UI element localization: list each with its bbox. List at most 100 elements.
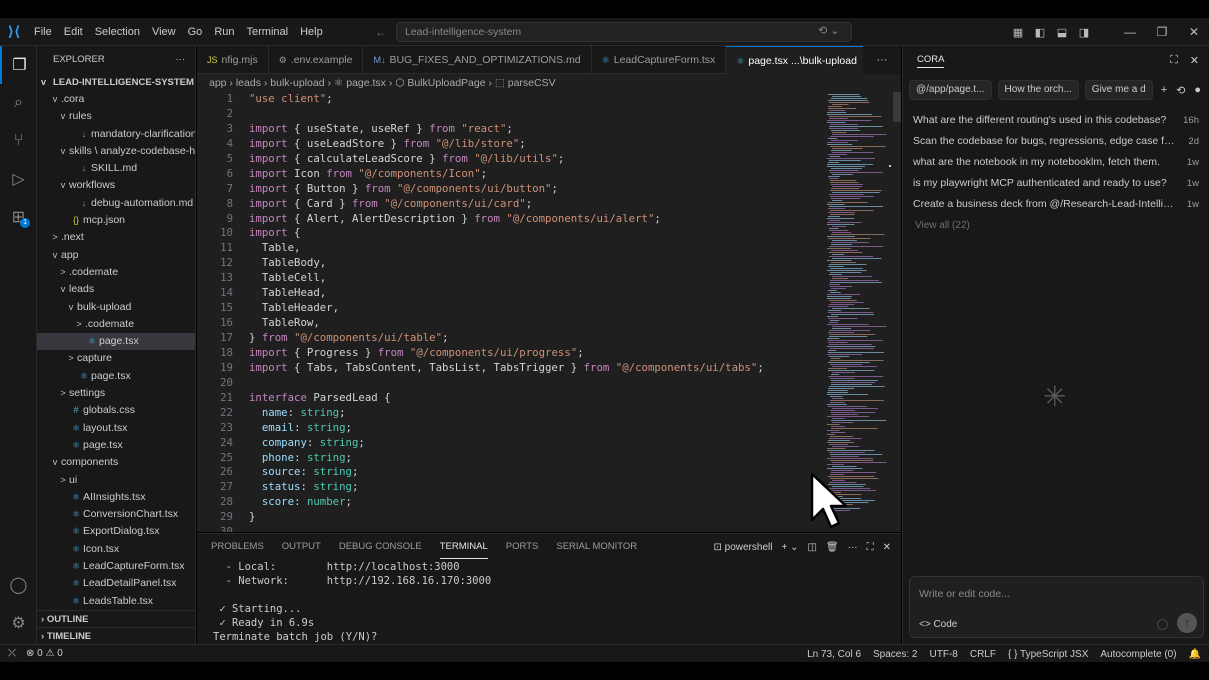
chat-input-box[interactable]: Write or edit code... <> Code ↑ [909, 576, 1204, 638]
chat-history-item[interactable]: is my playwright MCP authenticated and r… [903, 173, 1209, 194]
tree-folder[interactable]: v app [37, 247, 195, 264]
encoding-status[interactable]: UTF-8 [930, 649, 958, 660]
outline-section[interactable]: › OUTLINE [37, 610, 195, 627]
menu-selection[interactable]: Selection [89, 18, 146, 46]
editor-tab[interactable]: M↓ BUG_FIXES_AND_OPTIMIZATIONS.md [363, 46, 592, 74]
editor-tab[interactable]: ⚛ LeadCaptureForm.tsx [592, 46, 727, 74]
code-line[interactable]: 23 email: string; [197, 421, 821, 436]
eol-status[interactable]: CRLF [970, 649, 996, 660]
menu-terminal[interactable]: Terminal [241, 18, 295, 46]
explorer-more-icon[interactable]: ··· [176, 46, 186, 74]
menu-file[interactable]: File [28, 18, 58, 46]
tree-file[interactable]: ⚛ ExportDialog.tsx [37, 523, 195, 540]
tree-file[interactable]: ⚛ page.tsx [37, 437, 195, 454]
panel-tab-serial-monitor[interactable]: SERIAL MONITOR [556, 534, 637, 560]
close-window-icon[interactable]: ✕ [1187, 25, 1201, 39]
autocomplete-status[interactable]: Autocomplete (0) [1100, 649, 1176, 660]
toggle-secondary-sidebar-icon[interactable]: ◨ [1077, 26, 1091, 39]
new-chat-icon[interactable]: + [1161, 84, 1167, 96]
code-line[interactable]: 1 "use client"; [197, 92, 821, 107]
chat-history-item[interactable]: Scan the codebase for bugs, regressions,… [903, 131, 1209, 152]
editor-scrollbar[interactable] [891, 92, 901, 532]
notifications-bell-icon[interactable]: 🔔 [1189, 649, 1201, 660]
toggle-sidebar-icon[interactable]: ◧ [1033, 26, 1047, 39]
new-terminal-icon[interactable]: + ⌄ [781, 542, 798, 553]
minimap[interactable] [825, 92, 891, 532]
code-line[interactable]: 24 company: string; [197, 436, 821, 451]
tree-folder[interactable]: v leads [37, 281, 195, 298]
tree-file[interactable]: ⚛ page.tsx [37, 333, 195, 351]
panel-tab-problems[interactable]: PROBLEMS [211, 534, 264, 560]
chat-history-item[interactable]: What are the different routing's used in… [903, 110, 1209, 131]
editor-tab[interactable]: ⚛page.tsx ...\bulk-upload✕ [726, 46, 885, 74]
source-control-icon[interactable]: ⑂ [0, 122, 37, 160]
code-line[interactable]: 11 Table, [197, 241, 821, 256]
editor-tab[interactable]: ⚙ .env.example [269, 46, 364, 74]
code-mode-button[interactable]: <> Code [919, 619, 957, 630]
menu-run[interactable]: Run [208, 18, 240, 46]
tree-file[interactable]: ↓ SKILL.md [37, 160, 195, 177]
toggle-panel-icon[interactable]: ⬓ [1055, 26, 1069, 39]
tree-file[interactable]: ⚛ LeadsTable.tsx [37, 593, 195, 610]
restore-icon[interactable]: ❐ [1155, 25, 1169, 39]
chat-session-tab[interactable]: @/app/page.t... [909, 80, 992, 100]
editor-scroll-thumb[interactable] [893, 92, 901, 122]
code-line[interactable]: 8 import { Card } from "@/components/ui/c… [197, 197, 821, 212]
chat-toggle-icon[interactable]: ⟲ ⌄ [818, 24, 840, 37]
assistant-avatar-icon[interactable]: ● [1194, 84, 1201, 96]
tree-file[interactable]: # globals.css [37, 402, 195, 419]
tree-file[interactable]: ⚛ LeadDetailPanel.tsx [37, 575, 195, 592]
search-icon[interactable]: ⌕ [0, 84, 37, 122]
tree-file[interactable]: ⚛ LeadCaptureForm.tsx [37, 558, 195, 575]
command-center-search[interactable]: Lead-intelligence-system [396, 22, 852, 42]
code-line[interactable]: 5 import { calculateLeadScore } from "@/l… [197, 152, 821, 167]
tree-folder[interactable]: v bulk-upload [37, 299, 195, 316]
code-line[interactable]: 6 import Icon from "@/components/Icon"; [197, 167, 821, 182]
code-line[interactable]: 28 score: number; [197, 495, 821, 510]
panel-more-icon[interactable]: ··· [848, 542, 858, 553]
menu-edit[interactable]: Edit [58, 18, 89, 46]
view-all-link[interactable]: View all (22) [903, 215, 1209, 237]
code-line[interactable]: 2 [197, 107, 821, 122]
chat-session-tab[interactable]: Give me a d [1084, 80, 1153, 100]
code-line[interactable]: 16 TableRow, [197, 316, 821, 331]
code-line[interactable]: 7 import { Button } from "@/components/ui… [197, 182, 821, 197]
menu-help[interactable]: Help [294, 18, 329, 46]
tabs-more-icon[interactable]: ··· [863, 46, 901, 74]
tree-folder[interactable]: > settings [37, 385, 195, 402]
cursor-position[interactable]: Ln 73, Col 6 [807, 649, 861, 660]
code-line[interactable]: 26 source: string; [197, 465, 821, 480]
code-line[interactable]: 30 [197, 525, 821, 532]
split-terminal-icon[interactable]: ◫ [807, 542, 816, 553]
tree-file[interactable]: ↓ debug-automation.md [37, 195, 195, 212]
tree-folder[interactable]: v components [37, 454, 195, 471]
panel-tab-debug-console[interactable]: DEBUG CONSOLE [339, 534, 422, 560]
code-line[interactable]: 15 TableHeader, [197, 301, 821, 316]
code-line[interactable]: 25 phone: string; [197, 451, 821, 466]
language-mode[interactable]: { } TypeScript JSX [1008, 649, 1088, 660]
tree-folder[interactable]: v .cora [37, 91, 195, 108]
maximize-panel-icon[interactable]: ⛶ [867, 542, 874, 553]
tree-folder[interactable]: v skills \ analyze-codebase-h... [37, 143, 195, 160]
code-line[interactable]: 4 import { useLeadStore } from "@/lib/sto… [197, 137, 821, 152]
code-line[interactable]: 9 import { Alert, AlertDescription } from… [197, 212, 821, 227]
run-debug-icon[interactable]: ▷ [0, 160, 37, 198]
code-line[interactable]: 29} [197, 510, 821, 525]
code-line[interactable]: 27 status: string; [197, 480, 821, 495]
chat-session-tab[interactable]: How the orch... [997, 80, 1079, 100]
close-panel-icon[interactable]: ✕ [883, 542, 891, 553]
code-line[interactable]: 3 import { useState, useRef } from "react… [197, 122, 821, 137]
code-line[interactable]: 13 TableCell, [197, 271, 821, 286]
chat-history-item[interactable]: what are the notebook in my notebooklm, … [903, 152, 1209, 173]
maximize-chat-icon[interactable]: ⛶ [1170, 54, 1178, 67]
tree-file[interactable]: ↓ mandatory-clarification-... [37, 126, 195, 143]
tree-folder[interactable]: > .codemate [37, 316, 195, 333]
settings-gear-icon[interactable]: ⚙ [0, 604, 37, 642]
send-icon[interactable]: ↑ [1177, 613, 1197, 633]
history-icon[interactable]: ⟲ [1176, 84, 1185, 97]
tree-file[interactable]: ⚛ ConversionChart.tsx [37, 506, 195, 523]
code-line[interactable]: 20 [197, 376, 821, 391]
indentation-status[interactable]: Spaces: 2 [873, 649, 917, 660]
terminal-shell-icon[interactable]: ⊡ powershell [713, 542, 772, 553]
editor-tab[interactable]: JS nfig.mjs [197, 46, 269, 74]
